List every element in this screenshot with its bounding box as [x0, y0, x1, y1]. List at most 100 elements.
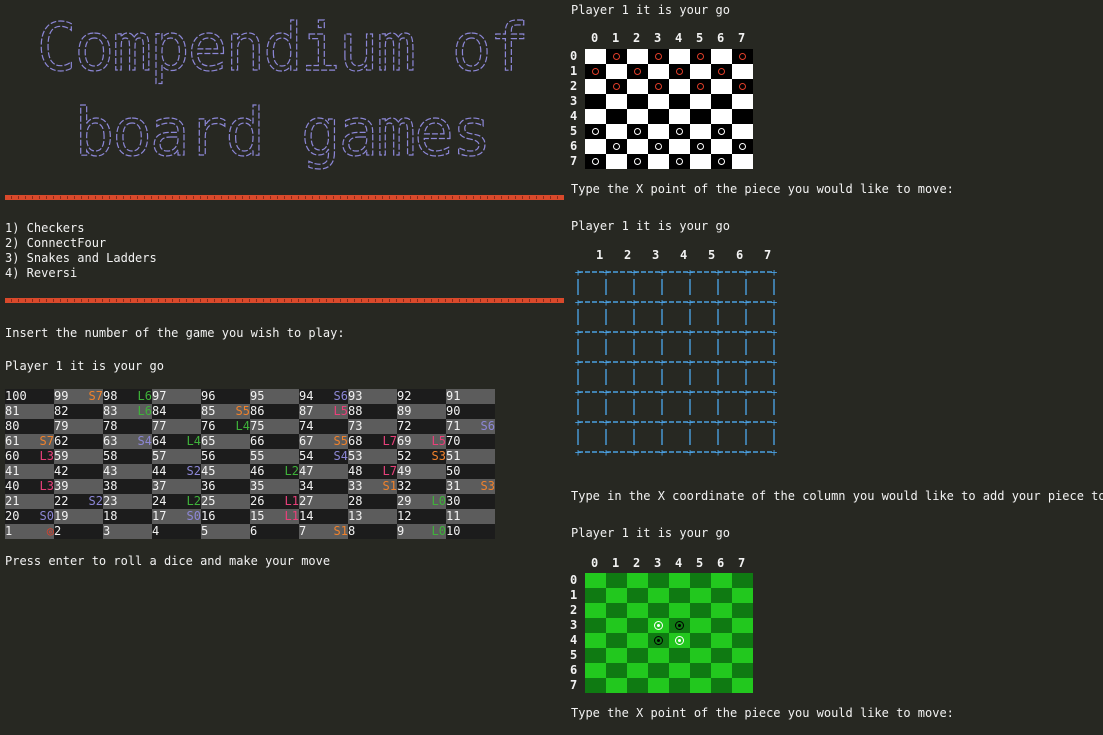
- board-square: [711, 79, 732, 94]
- cell-number: 83: [103, 404, 118, 418]
- cell-number: 41: [5, 464, 20, 478]
- menu-item-connectfour[interactable]: 2) ConnectFour: [5, 236, 106, 251]
- cell-number: 70: [446, 434, 461, 448]
- cell-number: 2: [54, 524, 62, 538]
- board-cell: 66: [250, 434, 299, 449]
- snake-ladder-marker: L5: [333, 404, 348, 418]
- cell-number: 57: [152, 449, 167, 463]
- board-cell: 28: [348, 494, 397, 509]
- board-square: [732, 124, 753, 139]
- piece-center: [678, 624, 681, 627]
- board-cell: 22 S2: [54, 494, 103, 509]
- board-cell: 94 S6: [299, 389, 348, 404]
- board-square: [690, 678, 711, 693]
- cell-number: 90: [446, 404, 461, 418]
- grid-corner: +: [659, 266, 666, 279]
- cell-number: 22: [54, 494, 69, 508]
- cell-number: 81: [5, 404, 20, 418]
- cell-number: 17: [152, 509, 167, 523]
- cell-number: 18: [103, 509, 118, 523]
- grid-corner: +: [687, 416, 694, 429]
- menu-item-checkers[interactable]: 1) Checkers: [5, 221, 84, 236]
- grid-corner: +: [659, 446, 666, 456]
- board-cell: 3: [103, 524, 152, 539]
- red-piece-icon: [655, 53, 662, 60]
- board-cell: 1 ◎: [5, 524, 54, 539]
- white-piece-icon: [675, 636, 684, 645]
- menu-item-reversi[interactable]: 4) Reversi: [5, 266, 77, 281]
- board-cell: 71 S6: [446, 419, 495, 434]
- grid-corner: +: [743, 386, 750, 399]
- board-cell: 61 S7: [5, 434, 54, 449]
- cell-number: 40: [5, 479, 20, 493]
- red-piece-icon: [739, 83, 746, 90]
- snake-ladder-marker: S6: [480, 419, 495, 433]
- board-cell: 49: [397, 464, 446, 479]
- grid-corner: +: [575, 266, 582, 279]
- cell-number: 21: [5, 494, 20, 508]
- board-cell: 83 L6: [103, 404, 152, 419]
- board-square: [585, 603, 606, 618]
- cell-number: 1: [5, 524, 13, 538]
- snake-ladder-marker: L7: [382, 434, 397, 448]
- checkers-footer-prompt[interactable]: Type the X point of the piece you would …: [571, 182, 954, 197]
- column-label: 1: [612, 556, 620, 570]
- red-piece-icon: [592, 68, 599, 75]
- cell-number: 9: [397, 524, 405, 538]
- board-square: [606, 124, 627, 139]
- cell-number: 74: [299, 419, 314, 433]
- cell-number: 86: [250, 404, 265, 418]
- board-cell: 6: [250, 524, 299, 539]
- board-square: [732, 573, 753, 588]
- board-square: [585, 573, 606, 588]
- cell-number: 51: [446, 449, 461, 463]
- board-square: [669, 678, 690, 693]
- grid-corner: +: [715, 266, 722, 279]
- grid-corner: +: [603, 356, 610, 369]
- cell-number: 93: [348, 389, 363, 403]
- board-square: [690, 588, 711, 603]
- board-square: [711, 663, 732, 678]
- board-square: [732, 678, 753, 693]
- red-piece-icon: [697, 83, 704, 90]
- board-square: [585, 678, 606, 693]
- reversi-footer-prompt[interactable]: Type the X point of the piece you would …: [571, 706, 954, 721]
- cell-number: 58: [103, 449, 118, 463]
- board-square: [669, 139, 690, 154]
- grid-corner: +: [631, 296, 638, 309]
- board-cell: 23: [103, 494, 152, 509]
- board-square: [711, 588, 732, 603]
- game-select-prompt[interactable]: Insert the number of the game you wish t…: [5, 326, 345, 341]
- board-cell: 92: [397, 389, 446, 404]
- snake-ladder-marker: S1: [382, 479, 397, 493]
- menu-item-snakes-ladders[interactable]: 3) Snakes and Ladders: [5, 251, 157, 266]
- snakes-footer-prompt[interactable]: Press enter to roll a dice and make your…: [5, 554, 330, 569]
- board-square: [606, 648, 627, 663]
- board-square: [627, 139, 648, 154]
- board-cell: 56: [201, 449, 250, 464]
- board-cell: 10: [446, 524, 495, 539]
- board-square: [606, 678, 627, 693]
- grid-corner: +: [687, 296, 694, 309]
- cell-number: 71: [446, 419, 461, 433]
- cell-number: 6: [250, 524, 258, 538]
- board-square: [711, 678, 732, 693]
- board-square: [627, 618, 648, 633]
- snake-ladder-marker: L6: [137, 389, 152, 403]
- board-cell: 40 L3: [5, 479, 54, 494]
- board-cell: 68 L7: [348, 434, 397, 449]
- snake-ladder-marker: L2: [284, 464, 299, 478]
- board-cell: 79: [54, 419, 103, 434]
- cell-number: 80: [5, 419, 20, 433]
- banner-line-2: board games: [74, 94, 489, 171]
- board-cell: 76 L4: [201, 419, 250, 434]
- board-cell: 93: [348, 389, 397, 404]
- cell-number: 75: [250, 419, 265, 433]
- connect-footer-prompt[interactable]: Type in the X coordinate of the column y…: [571, 489, 1103, 504]
- board-cell: 21: [5, 494, 54, 509]
- board-cell: 29 L0: [397, 494, 446, 509]
- connect-player-prompt: Player 1 it is your go: [571, 219, 730, 233]
- board-cell: 15 L1: [250, 509, 299, 524]
- cell-number: 84: [152, 404, 167, 418]
- board-cell: 37: [152, 479, 201, 494]
